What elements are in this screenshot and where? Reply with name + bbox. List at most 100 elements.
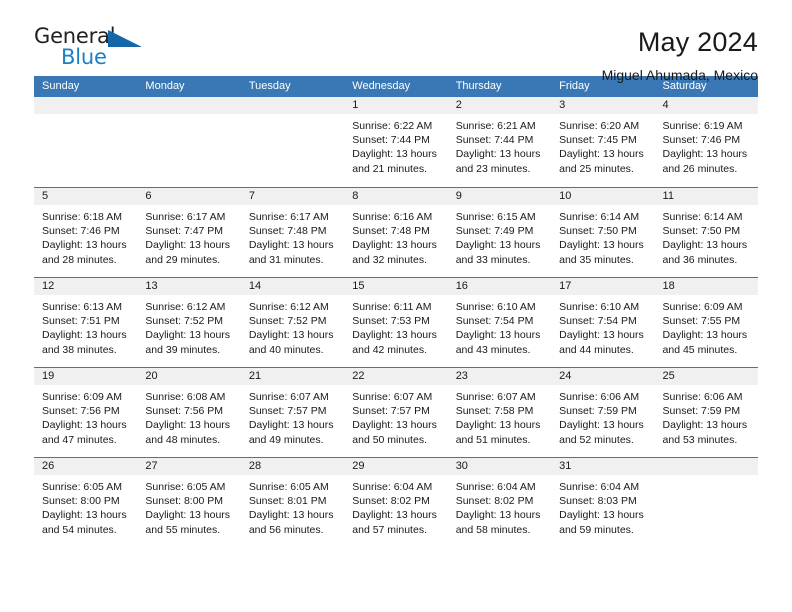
day-cell[interactable]: 27 Sunrise: 6:05 AM Sunset: 8:00 PM Dayligh… [137,458,241,547]
day-cell[interactable]: 18 Sunrise: 6:09 AM Sunset: 7:55 PM Dayligh… [654,278,758,367]
day-info: Sunrise: 6:05 AM Sunset: 8:01 PM Daylight:… [241,475,344,537]
daylight-text-line2: and 32 minutes. [352,253,427,266]
sunset-text: Sunset: 7:45 PM [559,134,637,147]
sunset-text: Sunset: 7:52 PM [145,315,224,328]
sunrise-text: Sunrise: 6:17 AM [248,211,329,223]
day-cell[interactable]: 16 Sunrise: 6:10 AM Sunset: 7:54 PM Dayligh… [447,278,552,367]
weekday-header-saturday: Saturday [662,80,707,92]
day-cell[interactable]: 6 Sunrise: 6:17 AM Sunset: 7:47 PM Daylight… [137,188,241,277]
day-number [137,97,241,114]
day-cell[interactable]: 4 Sunrise: 6:19 AM Sunset: 7:46 PM Daylight… [654,97,758,187]
day-info: Sunrise: 6:18 AM Sunset: 7:46 PM Daylight:… [34,205,137,267]
general-blue-logo[interactable]: General Blue [34,26,152,78]
day-number: 21 [240,368,345,385]
day-cell[interactable]: 22 Sunrise: 6:07 AM Sunset: 7:57 PM Dayligh… [344,368,448,457]
day-cell[interactable]: 2 Sunrise: 6:21 AM Sunset: 7:44 PM Daylight… [447,97,552,187]
daylight-text-line1: Daylight: 13 hours [42,419,127,432]
day-cell[interactable]: 5 Sunrise: 6:18 AM Sunset: 7:46 PM Daylight… [34,188,138,277]
weekday-header-tuesday: Tuesday [248,80,291,92]
day-number: 31 [551,458,655,475]
day-cell[interactable]: 8 Sunrise: 6:16 AM Sunset: 7:48 PM Daylight… [344,188,448,277]
day-cell[interactable]: 10 Sunrise: 6:14 AM Sunset: 7:50 PM Dayligh… [551,188,655,277]
day-info: Sunrise: 6:17 AM Sunset: 7:48 PM Daylight:… [241,205,344,267]
day-cell[interactable]: 25 Sunrise: 6:06 AM Sunset: 7:59 PM Dayligh… [654,368,758,457]
day-info: Sunrise: 6:11 AM Sunset: 7:53 PM Daylight:… [344,295,447,357]
day-info: Sunrise: 6:14 AM Sunset: 7:50 PM Daylight:… [551,205,654,267]
daylight-text-line2: and 33 minutes. [455,253,531,266]
day-cell[interactable]: 1 Sunrise: 6:22 AM Sunset: 7:44 PM Daylight… [344,97,448,187]
day-cell[interactable]: 28 Sunrise: 6:05 AM Sunset: 8:01 PM Dayligh… [240,458,345,547]
day-info: Sunrise: 6:06 AM Sunset: 7:59 PM Daylight:… [655,385,758,447]
day-number: 17 [551,278,655,295]
triangle-icon [108,30,142,47]
day-info: Sunrise: 6:17 AM Sunset: 7:47 PM Daylight:… [137,205,240,267]
day-info: Sunrise: 6:10 AM Sunset: 7:54 PM Daylight:… [448,295,551,357]
day-number: 24 [551,368,655,385]
sunset-text: Sunset: 7:53 PM [352,315,430,328]
day-cell[interactable]: 30 Sunrise: 6:04 AM Sunset: 8:02 PM Dayligh… [447,458,552,547]
daylight-text-line2: and 21 minutes. [352,162,427,175]
day-cell[interactable]: 11 Sunrise: 6:14 AM Sunset: 7:50 PM Dayligh… [654,188,758,277]
daylight-text-line1: Daylight: 13 hours [662,329,748,342]
daylight-text-line1: Daylight: 13 hours [248,329,334,342]
daylight-text-line1: Daylight: 13 hours [455,419,541,432]
weekday-header-thursday: Thursday [455,80,502,92]
day-cell[interactable]: 13 Sunrise: 6:12 AM Sunset: 7:52 PM Dayligh… [137,278,241,367]
weekday-header-wednesday: Wednesday [352,80,411,92]
sunrise-text: Sunrise: 6:14 AM [662,211,743,223]
sunset-text: Sunset: 8:02 PM [352,495,430,508]
sunset-text: Sunset: 8:02 PM [455,495,534,508]
day-cell[interactable]: 14 Sunrise: 6:12 AM Sunset: 7:52 PM Dayligh… [240,278,345,367]
day-cell[interactable]: 20 Sunrise: 6:08 AM Sunset: 7:56 PM Dayligh… [137,368,241,457]
sunset-text: Sunset: 7:52 PM [248,315,327,328]
day-info: Sunrise: 6:05 AM Sunset: 8:00 PM Daylight:… [34,475,137,537]
daylight-text-line2: and 29 minutes. [145,253,221,266]
day-number: 27 [137,458,241,475]
day-cell[interactable]: 12 Sunrise: 6:13 AM Sunset: 7:51 PM Dayligh… [34,278,138,367]
day-cell[interactable]: 24 Sunrise: 6:06 AM Sunset: 7:59 PM Dayligh… [551,368,655,457]
sunset-text: Sunset: 7:48 PM [248,225,327,238]
daylight-text-line2: and 57 minutes. [352,523,427,536]
daylight-text-line1: Daylight: 13 hours [559,329,644,342]
title-block: May 2024 Miguel Ahumada, Mexico [602,26,758,83]
daylight-text-line1: Daylight: 13 hours [145,419,231,432]
sunset-text: Sunset: 7:58 PM [455,405,534,418]
day-cell-empty [34,97,138,187]
day-cell[interactable]: 15 Sunrise: 6:11 AM Sunset: 7:53 PM Dayligh… [344,278,448,367]
sunset-text: Sunset: 7:46 PM [42,225,120,238]
sunrise-text: Sunrise: 6:09 AM [42,391,122,403]
daylight-text-line2: and 51 minutes. [455,433,531,446]
daylight-text-line2: and 47 minutes. [42,433,117,446]
day-number: 12 [34,278,138,295]
sunrise-text: Sunrise: 6:07 AM [248,391,329,403]
sunset-text: Sunset: 8:00 PM [145,495,224,508]
day-number: 8 [344,188,448,205]
day-cell[interactable]: 29 Sunrise: 6:04 AM Sunset: 8:02 PM Dayligh… [344,458,448,547]
daylight-text-line1: Daylight: 13 hours [455,509,541,522]
daylight-text-line1: Daylight: 13 hours [352,509,437,522]
day-cell[interactable]: 19 Sunrise: 6:09 AM Sunset: 7:56 PM Dayligh… [34,368,138,457]
daylight-text-line1: Daylight: 13 hours [42,509,127,522]
daylight-text-line2: and 55 minutes. [145,523,221,536]
day-cell[interactable]: 17 Sunrise: 6:10 AM Sunset: 7:54 PM Dayligh… [551,278,655,367]
day-info: Sunrise: 6:04 AM Sunset: 8:02 PM Daylight:… [448,475,551,537]
sunrise-text: Sunrise: 6:04 AM [352,481,433,493]
day-cell[interactable]: 9 Sunrise: 6:15 AM Sunset: 7:49 PM Daylight… [447,188,552,277]
day-cell[interactable]: 3 Sunrise: 6:20 AM Sunset: 7:45 PM Daylight… [551,97,655,187]
day-cell[interactable]: 7 Sunrise: 6:17 AM Sunset: 7:48 PM Daylight… [240,188,345,277]
daylight-text-line1: Daylight: 13 hours [662,419,748,432]
sunrise-text: Sunrise: 6:07 AM [455,391,536,403]
day-info: Sunrise: 6:15 AM Sunset: 7:49 PM Daylight:… [448,205,551,267]
sunset-text: Sunset: 7:48 PM [352,225,430,238]
sunset-text: Sunset: 8:03 PM [559,495,637,508]
day-cell[interactable]: 26 Sunrise: 6:05 AM Sunset: 8:00 PM Dayligh… [34,458,138,547]
day-cell[interactable]: 31 Sunrise: 6:04 AM Sunset: 8:03 PM Dayligh… [551,458,655,547]
day-number: 3 [551,97,655,114]
daylight-text-line2: and 44 minutes. [559,343,634,356]
daylight-text-line2: and 40 minutes. [248,343,324,356]
daylight-text-line2: and 38 minutes. [42,343,117,356]
day-cell[interactable]: 21 Sunrise: 6:07 AM Sunset: 7:57 PM Dayligh… [240,368,345,457]
day-cell[interactable]: 23 Sunrise: 6:07 AM Sunset: 7:58 PM Dayligh… [447,368,552,457]
daylight-text-line2: and 54 minutes. [42,523,117,536]
sunrise-text: Sunrise: 6:22 AM [352,120,433,132]
